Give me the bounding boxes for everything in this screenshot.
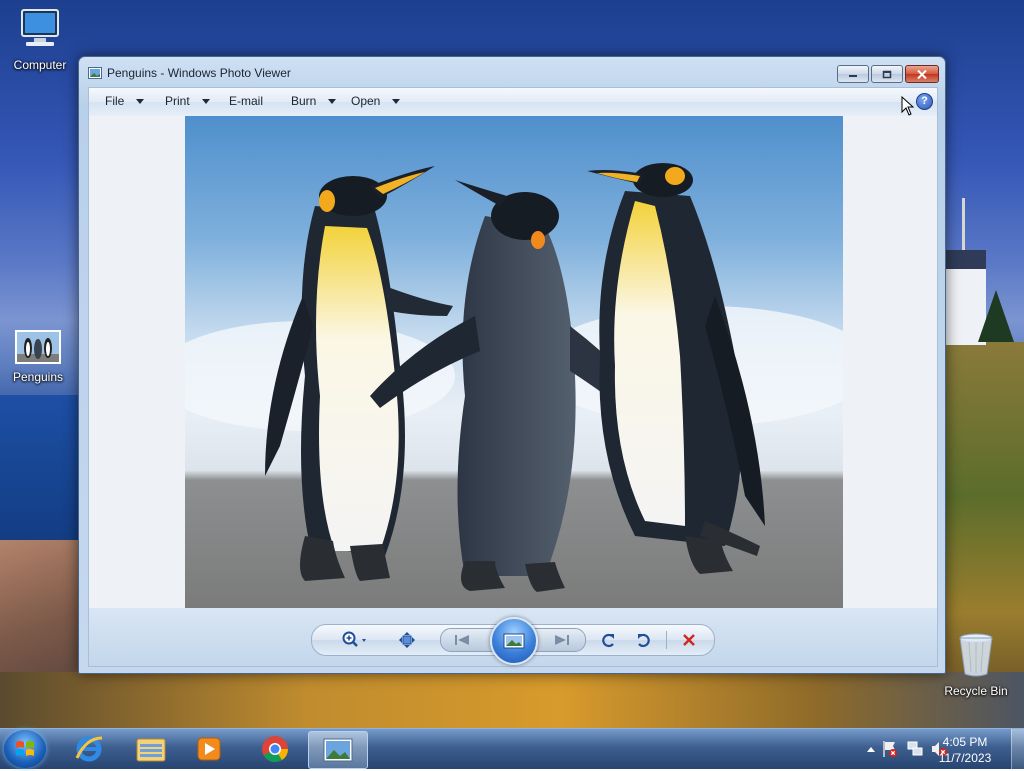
recycle-bin-icon (959, 633, 993, 677)
rotate-clockwise-button[interactable] (630, 629, 656, 651)
show-hidden-icons-icon (867, 747, 875, 752)
photo-viewer-icon (323, 738, 353, 762)
desktop-icon-label: Penguins (12, 370, 64, 384)
sea-area (0, 395, 90, 545)
desktop-icon-computer[interactable]: Computer (2, 8, 78, 72)
rotate-counterclockwise-button[interactable] (596, 629, 622, 651)
menu-file[interactable]: File (105, 94, 145, 108)
actual-size-button[interactable] (394, 629, 420, 651)
help-icon[interactable]: ? (916, 93, 933, 110)
zoom-button[interactable] (338, 629, 372, 651)
action-center-button[interactable] (882, 740, 898, 761)
dropdown-arrow-icon (201, 98, 210, 104)
taskbar-photo-viewer[interactable] (308, 731, 368, 769)
desktop-icon-recycle-bin[interactable]: Recycle Bin (938, 632, 1014, 698)
clock-time[interactable]: 4:05 PM (935, 735, 995, 749)
next-button[interactable] (549, 629, 575, 651)
menu-label: E-mail (229, 94, 264, 108)
control-pill (311, 617, 715, 665)
control-bar (88, 608, 938, 667)
show-hidden-icons-button[interactable] (866, 742, 876, 756)
photo-viewer-window: Penguins - Windows Photo Viewer File Pri… (78, 56, 946, 674)
network-button[interactable] (906, 740, 924, 761)
desktop-icon-label: Recycle Bin (944, 684, 1008, 698)
magnifier-zoom-icon (342, 631, 366, 647)
taskbar-internet-explorer[interactable] (62, 731, 116, 767)
menu-burn[interactable]: Burn (291, 94, 337, 108)
menu-print[interactable]: Print (165, 94, 210, 108)
internet-explorer-icon (75, 736, 103, 762)
previous-button[interactable] (449, 629, 475, 651)
close-icon (917, 69, 927, 79)
pine-tree (978, 290, 1014, 342)
minimize-button[interactable] (837, 65, 869, 83)
image-viewing-area (88, 116, 938, 608)
rotate-left-icon (602, 633, 614, 648)
maximize-button[interactable] (871, 65, 903, 83)
clock-date[interactable]: 11/7/2023 (935, 751, 995, 765)
taskbar-media-player[interactable] (182, 731, 236, 767)
control-divider (666, 631, 667, 649)
title-bar[interactable]: Penguins - Windows Photo Viewer (79, 57, 945, 87)
window-title: Penguins - Windows Photo Viewer (107, 66, 291, 80)
penguins-illustration (185, 163, 843, 592)
taskbar: 4:05 PM 11/7/2023 (0, 728, 1024, 769)
action-center-flag-icon (883, 741, 897, 757)
taskbar-chrome[interactable] (248, 731, 302, 767)
menu-label: File (105, 94, 125, 108)
delete-x-icon (683, 634, 695, 646)
grass-area (0, 672, 1024, 728)
menu-bar: File Print E-mail Burn Open ? (88, 87, 938, 116)
menu-email[interactable]: E-mail (229, 94, 263, 108)
show-desktop-button[interactable] (1011, 729, 1024, 769)
menu-open[interactable]: Open (351, 94, 401, 108)
desktop-icon-penguins[interactable]: Penguins (0, 330, 76, 384)
file-explorer-icon (136, 738, 166, 762)
minimize-icon (849, 75, 857, 77)
media-player-icon (197, 737, 221, 761)
slideshow-button[interactable] (490, 617, 538, 665)
computer-icon (21, 9, 59, 46)
fit-to-window-icon (399, 632, 415, 648)
chrome-icon (262, 736, 289, 763)
close-button[interactable] (905, 65, 939, 83)
maximize-icon (882, 70, 892, 78)
dropdown-arrow-icon (392, 98, 401, 104)
desktop-icon-label: Computer (13, 58, 67, 72)
start-button[interactable] (4, 730, 46, 768)
delete-button[interactable] (676, 629, 702, 651)
caption-buttons (837, 65, 939, 83)
mouse-cursor-icon (901, 96, 915, 116)
menu-label: Print (165, 94, 190, 108)
menu-label: Burn (291, 94, 317, 108)
menu-label: Open (351, 94, 381, 108)
dropdown-arrow-icon (136, 98, 145, 104)
rotate-right-icon (638, 633, 650, 648)
network-icon (907, 741, 923, 756)
taskbar-file-explorer[interactable] (124, 731, 178, 767)
image-thumbnail-icon (15, 330, 61, 364)
penguins-photo (185, 116, 843, 608)
next-icon (555, 635, 569, 645)
previous-icon (455, 635, 469, 645)
slideshow-icon (503, 633, 525, 649)
start-orb-icon (16, 741, 34, 756)
photo-viewer-icon (88, 67, 102, 79)
dropdown-arrow-icon (328, 98, 337, 104)
system-tray: 4:05 PM 11/7/2023 (844, 729, 1024, 769)
